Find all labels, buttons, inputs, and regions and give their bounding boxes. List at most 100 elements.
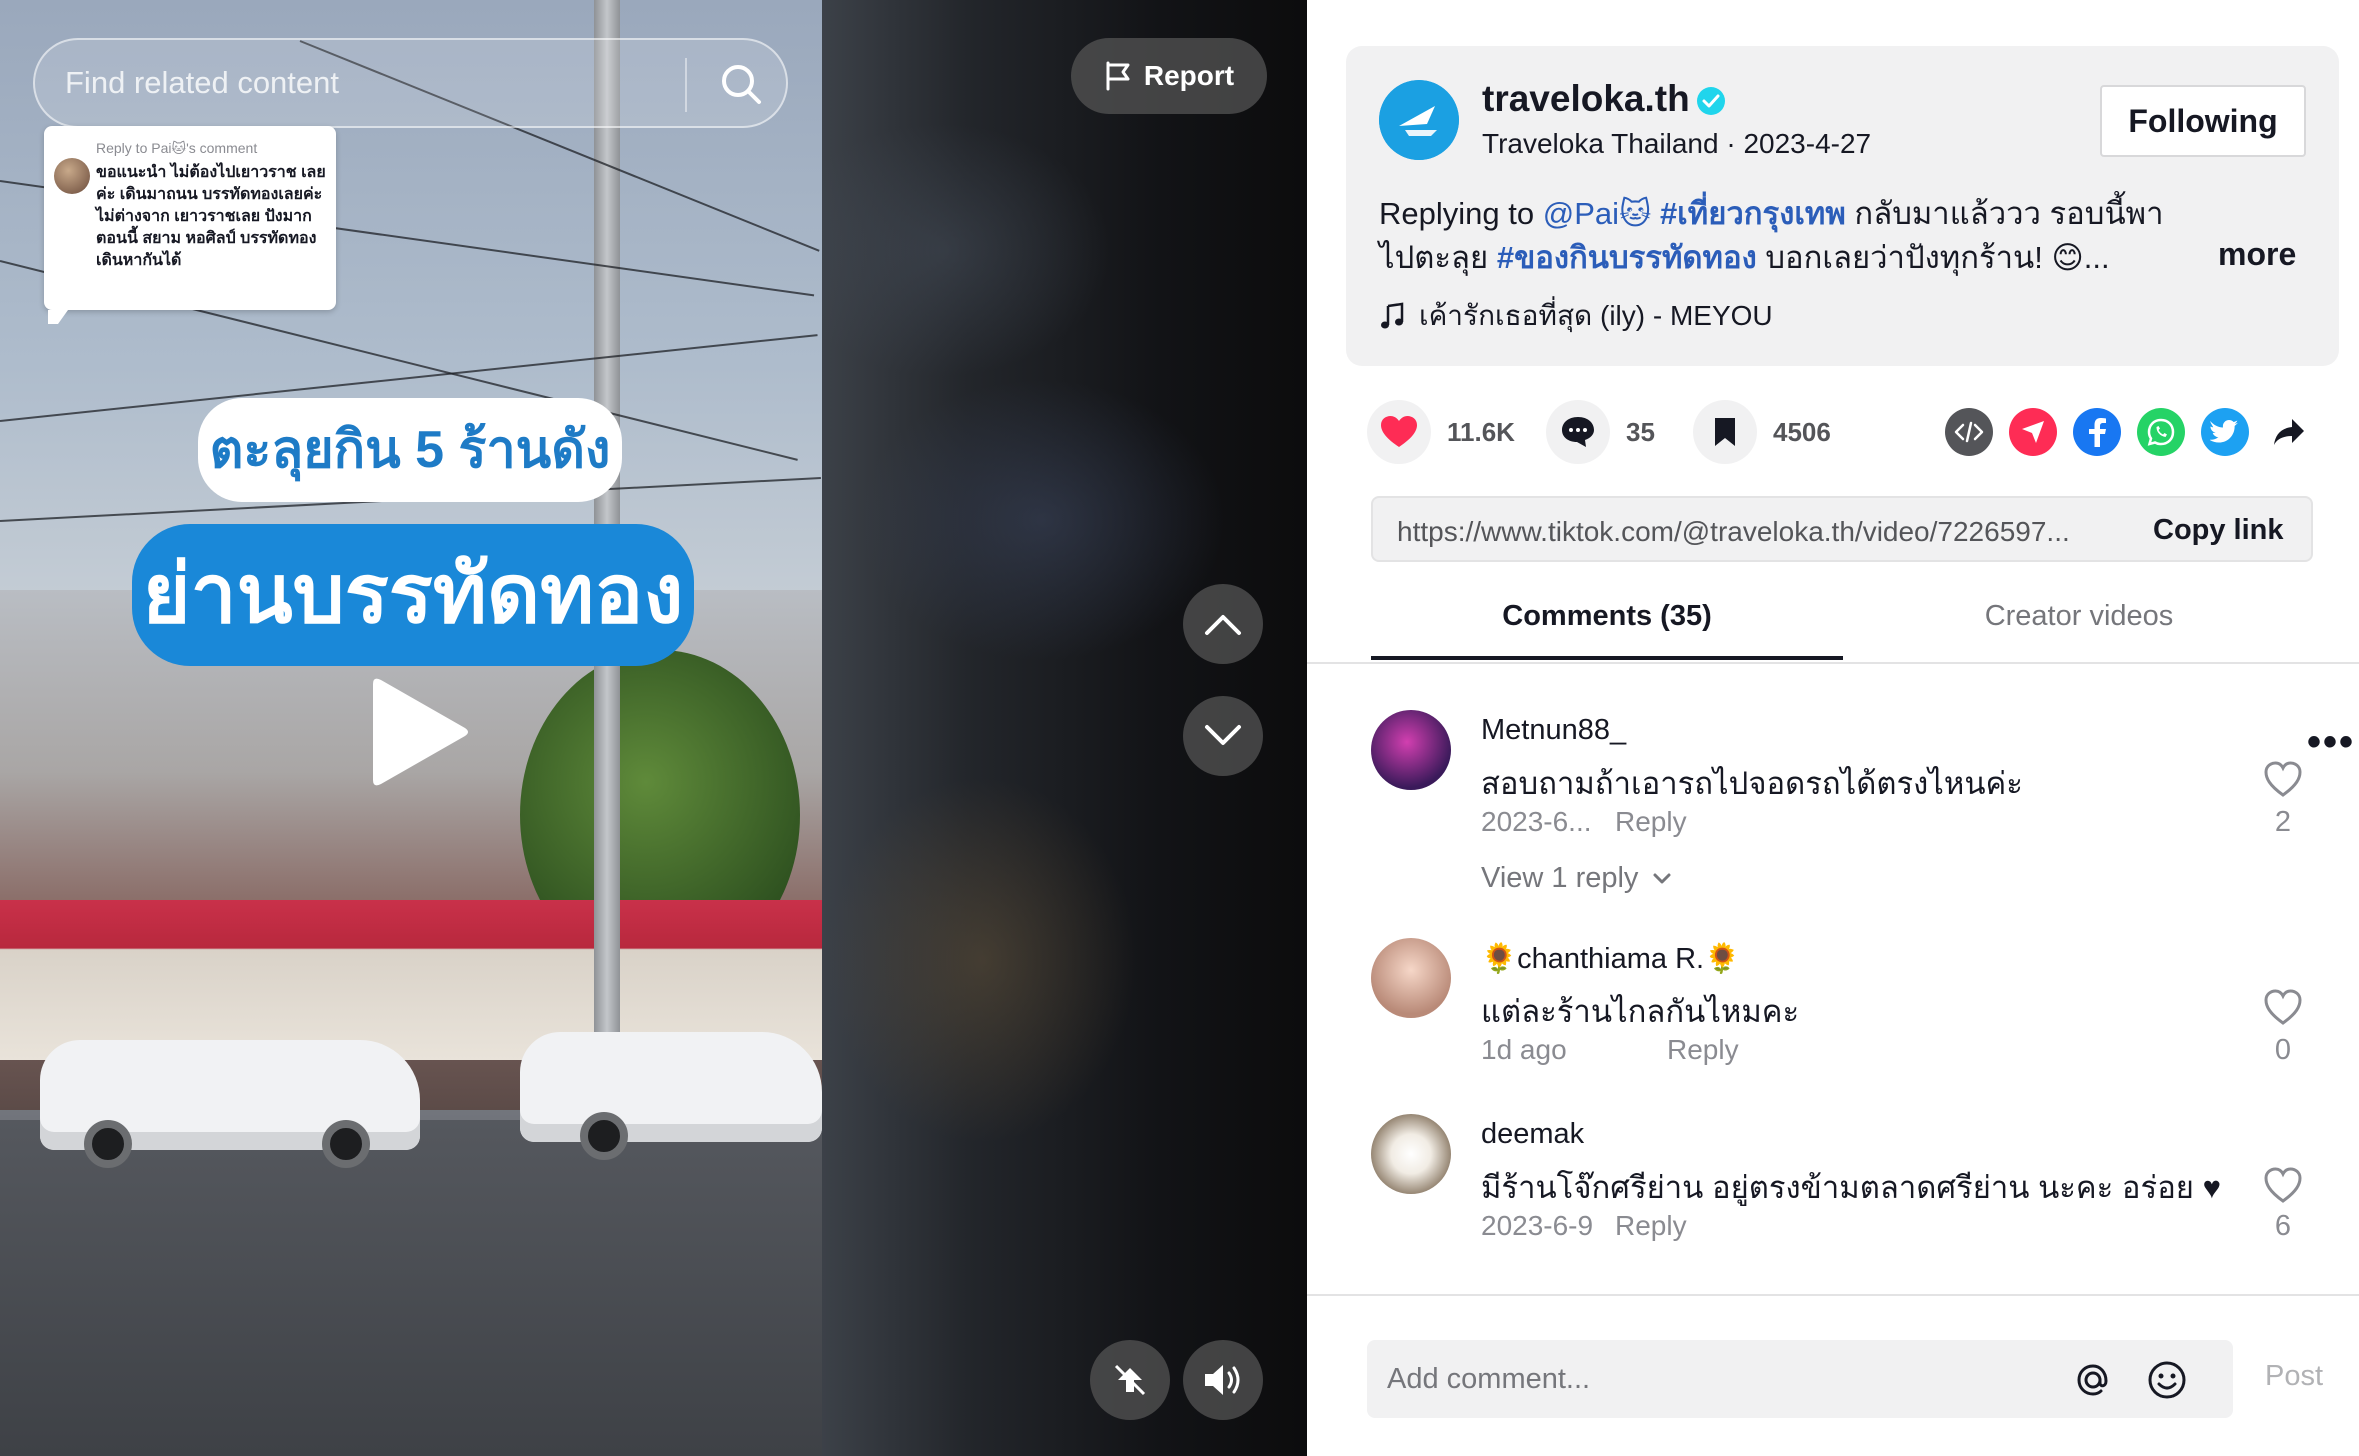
avatar xyxy=(54,158,90,194)
share-whatsapp-button[interactable] xyxy=(2137,408,2185,456)
flag-icon xyxy=(1106,61,1130,91)
save-button[interactable]: 4506 xyxy=(1693,400,1831,464)
avatar[interactable] xyxy=(1379,80,1459,160)
search-placeholder[interactable]: Find related content xyxy=(65,65,339,101)
following-button[interactable]: Following xyxy=(2100,85,2306,157)
send-icon xyxy=(2022,421,2044,443)
scene-road xyxy=(0,1120,822,1456)
like-button[interactable]: 11.6K xyxy=(1367,400,1515,464)
music-note-icon xyxy=(1381,302,1404,329)
volume-icon xyxy=(1205,1365,1240,1395)
embed-button[interactable] xyxy=(1945,408,1993,456)
share-link-box[interactable]: https://www.tiktok.com/@traveloka.th/vid… xyxy=(1371,496,2313,562)
traveloka-logo-icon xyxy=(1379,80,1459,160)
video-caption-line-2: ย่านบรรทัดทอง xyxy=(132,524,694,666)
comment-text: สอบถามถ้าเอารถไปจอดรถได้ตรงไหนค่ะ xyxy=(1481,766,2023,801)
more-share-button[interactable] xyxy=(2265,408,2313,456)
search-bar[interactable]: Find related content xyxy=(33,38,788,128)
comment-like-count: 6 xyxy=(2274,1210,2292,1242)
creator-subtitle: Traveloka Thailand · 2023-4-27 xyxy=(1482,128,1871,160)
save-circle[interactable] xyxy=(1693,400,1757,464)
comment-circle[interactable] xyxy=(1546,400,1610,464)
composer-divider xyxy=(1307,1294,2359,1296)
share-link-url[interactable]: https://www.tiktok.com/@traveloka.th/vid… xyxy=(1397,516,2097,548)
next-video-button[interactable] xyxy=(1183,696,1263,776)
comment-date: 2023-6-9 xyxy=(1481,1210,1594,1241)
emoji-icon[interactable] xyxy=(2145,1358,2189,1402)
comment-item: deemak มีร้านโจ๊กศรีย่าน อยู่ตรงข้ามตลาด… xyxy=(1371,1114,2331,1254)
like-outline-icon[interactable] xyxy=(2263,1166,2303,1204)
avatar[interactable] xyxy=(1371,710,1451,790)
more-dots-icon[interactable]: ••• xyxy=(2307,720,2355,765)
like-outline-icon[interactable] xyxy=(2263,760,2303,798)
tabs-divider xyxy=(1307,662,2359,664)
comment-button[interactable]: 35 xyxy=(1546,400,1655,464)
music-link[interactable]: เค้ารักเธอที่สุด (ily) - MEYOU xyxy=(1379,294,1773,338)
reply-button[interactable]: Reply xyxy=(1615,1210,1687,1242)
twitter-icon xyxy=(2210,420,2238,443)
chevron-down-icon xyxy=(1205,725,1241,745)
volume-button[interactable] xyxy=(1183,1340,1263,1420)
comment-author[interactable]: Metnun88_ xyxy=(1481,714,1626,747)
tab-creator-videos[interactable]: Creator videos xyxy=(1843,600,2315,660)
more-button[interactable]: more xyxy=(2218,236,2296,273)
music-title[interactable]: เค้ารักเธอที่สุด (ily) - MEYOU xyxy=(1419,294,1773,338)
view-replies-button[interactable]: View 1 reply xyxy=(1481,862,1672,895)
like-outline-icon[interactable] xyxy=(2263,988,2303,1026)
heart-icon xyxy=(1381,416,1417,447)
comment-date: 2023-6... xyxy=(1481,806,1592,837)
avatar[interactable] xyxy=(1371,1114,1451,1194)
video-frame[interactable]: Find related content Reply to Pai🐱's com… xyxy=(0,0,822,1456)
comment-like-count: 0 xyxy=(2274,1034,2292,1066)
chevron-up-icon xyxy=(1205,615,1241,635)
share-twitter-button[interactable] xyxy=(2201,408,2249,456)
verified-icon xyxy=(1697,87,1725,115)
play-icon[interactable] xyxy=(367,672,473,792)
reply-button[interactable]: Reply xyxy=(1615,806,1687,838)
scene-car-wheel xyxy=(322,1120,370,1168)
reply-sticker-header: Reply to Pai🐱's comment xyxy=(96,140,258,156)
creator-handle[interactable]: traveloka.th xyxy=(1482,78,1690,120)
mention-link[interactable]: @Pai🐱 xyxy=(1543,196,1652,231)
scene-car-wheel xyxy=(580,1112,628,1160)
like-count: 11.6K xyxy=(1447,416,1515,447)
comment-composer[interactable] xyxy=(1367,1340,2233,1418)
comment-count: 35 xyxy=(1626,416,1655,447)
send-to-friend-button[interactable] xyxy=(2009,408,2057,456)
view-replies-label: View 1 reply xyxy=(1481,862,1639,894)
search-icon[interactable] xyxy=(715,58,769,112)
search-divider xyxy=(685,58,687,112)
reply-comment-sticker: Reply to Pai🐱's comment ขอแนะนำ ไม่ต้องไ… xyxy=(44,126,336,324)
previous-video-button[interactable] xyxy=(1183,584,1263,664)
avatar[interactable] xyxy=(1371,938,1451,1018)
subtitle-separator: · xyxy=(1718,128,1744,159)
video-player[interactable]: Find related content Reply to Pai🐱's com… xyxy=(0,0,1307,1456)
report-button[interactable]: Report xyxy=(1071,38,1267,114)
comment-text: แต่ละร้านไกลกันไหมคะ xyxy=(1481,994,1800,1029)
copy-link-button[interactable]: Copy link xyxy=(2153,514,2284,547)
comment-input[interactable] xyxy=(1387,1340,2047,1418)
video-caption-line-1: ตะลุยกิน 5 ร้านดัง xyxy=(198,398,622,502)
share-facebook-button[interactable] xyxy=(2073,408,2121,456)
comment-author[interactable]: deemak xyxy=(1481,1118,1584,1151)
scene-car xyxy=(40,1040,420,1168)
scene-car-wheel xyxy=(84,1120,132,1168)
caption-prefix: Replying to xyxy=(1379,196,1543,231)
reply-sticker-text: ขอแนะนำ ไม่ต้องไปเยาวราช เลยค่ะ เดินมาถน… xyxy=(96,164,326,269)
embed-icon xyxy=(1954,421,1984,443)
reply-button[interactable]: Reply xyxy=(1667,1034,1739,1066)
comment-icon xyxy=(1562,417,1594,447)
save-count: 4506 xyxy=(1773,416,1831,447)
comment-item: Metnun88_ สอบถามถ้าเอารถไปจอดรถได้ตรงไหน… xyxy=(1371,710,2331,910)
comment-author[interactable]: 🌻chanthiama R.🌻 xyxy=(1481,942,1740,976)
hashtag-link[interactable]: #เที่ยวกรุงเทพ xyxy=(1660,196,1846,231)
bookmark-icon xyxy=(1715,418,1735,446)
tab-comments[interactable]: Comments (35) xyxy=(1371,600,1843,660)
caption-text: บอกเลยว่าปังทุกร้าน! 😊... xyxy=(1756,240,2110,275)
post-date: 2023-4-27 xyxy=(1743,128,1872,159)
post-button[interactable]: Post xyxy=(2265,1360,2323,1393)
floating-player-button[interactable] xyxy=(1090,1340,1170,1420)
hashtag-link[interactable]: #ของกินบรรทัดทอง xyxy=(1497,240,1757,275)
like-circle[interactable] xyxy=(1367,400,1431,464)
at-icon[interactable] xyxy=(2071,1358,2115,1402)
